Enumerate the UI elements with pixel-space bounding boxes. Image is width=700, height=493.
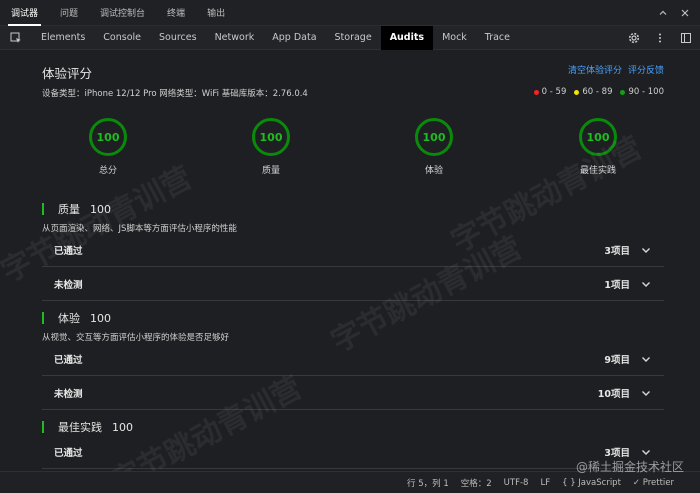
more-options-icon[interactable] [654,32,666,44]
experience-unchecked-row[interactable]: 未检测 10项目 [42,376,664,410]
page-title: 体验评分 [42,66,93,81]
row-label: 未检测 [54,388,83,400]
gauge-experience: 100 体验 [404,118,464,176]
section-title: 体验 [58,312,80,325]
cursor-position[interactable]: 行 5，列 1 [407,477,449,489]
tab-debugger[interactable]: 调试器 [0,0,49,26]
section-accent-bar [42,203,44,215]
section-score: 100 [112,420,133,434]
tab-storage[interactable]: Storage [326,26,381,50]
tab-network[interactable]: Network [206,26,264,50]
section-title: 最佳实践 [58,421,102,434]
audits-panel: 体验评分 清空体验评分 评分反馈 设备类型：iPhone 12/12 Pro 网… [0,50,700,471]
legend-label: 60 - 89 [582,87,613,97]
row-count: 1项目 [604,279,630,291]
row-label: 未检测 [54,279,83,291]
section-accent-bar [42,312,44,324]
gauge-label: 体验 [424,166,443,176]
line-ending[interactable]: LF [540,478,550,488]
encoding[interactable]: UTF-8 [504,478,529,488]
score-ring: 100 [89,118,127,156]
header-links: 清空体验评分 评分反馈 [568,63,664,76]
dock-side-icon[interactable] [680,32,692,44]
chevron-down-icon [642,247,650,253]
section-quality-header: 质量 100 [42,201,111,217]
row-count: 3项目 [604,245,630,257]
indent-setting[interactable]: 空格：2 [461,477,492,489]
gauge-label: 总分 [98,166,117,176]
row-label: 已通过 [54,245,83,257]
device-meta: 设备类型：iPhone 12/12 Pro 网络类型：WiFi 基础库版本：2.… [42,89,308,99]
close-icon[interactable] [680,8,690,18]
tab-terminal[interactable]: 终端 [156,0,196,26]
score-ring: 100 [252,118,290,156]
gauge-total: 100 总分 [78,118,138,176]
inspect-element-icon[interactable] [0,26,32,50]
quality-unchecked-row[interactable]: 未检测 1项目 [42,267,664,301]
devtools-tab-bar: Elements Console Sources Network App Dat… [0,25,700,50]
row-count: 3项目 [604,447,630,459]
tab-audits[interactable]: Audits [380,25,434,50]
chevron-up-icon[interactable] [658,8,668,18]
section-score: 100 [90,311,111,325]
chevron-down-icon [642,390,650,396]
quality-passed-row[interactable]: 已通过 3项目 [42,233,664,267]
legend-item-fail: 0 - 59 [533,87,567,97]
tab-console[interactable]: Console [94,26,150,50]
legend-label: 0 - 59 [541,87,567,97]
gauge-quality: 100 质量 [241,118,301,176]
chevron-down-icon [642,356,650,362]
chevron-down-icon [642,281,650,287]
section-title: 质量 [58,203,80,216]
gear-icon[interactable] [628,32,640,44]
chevron-down-icon [642,449,650,455]
tab-problems[interactable]: 问题 [49,0,89,26]
best-practice-passed-row[interactable]: 已通过 3项目 [42,435,664,469]
section-best-practice-header: 最佳实践 100 [42,419,133,435]
tab-output[interactable]: 输出 [196,0,236,26]
experience-passed-row[interactable]: 已通过 9项目 [42,342,664,376]
tab-mock[interactable]: Mock [433,26,476,50]
row-count: 9项目 [604,354,630,366]
language-mode[interactable]: { } JavaScript [562,478,621,488]
tab-app-data[interactable]: App Data [263,26,325,50]
red-dot-icon [533,89,539,95]
row-count: 10项目 [597,388,630,400]
tab-sources[interactable]: Sources [150,26,206,50]
site-watermark: @稀土掘金技术社区 [575,460,684,474]
section-accent-bar [42,421,44,433]
feedback-link[interactable]: 评分反馈 [628,63,664,76]
green-dot-icon [620,89,626,95]
gauge-best-practice: 100 最佳实践 [568,118,628,176]
row-label: 已通过 [54,447,83,459]
clear-score-link[interactable]: 清空体验评分 [568,63,622,76]
score-ring: 100 [415,118,453,156]
score-ring: 100 [579,118,617,156]
formatter-status[interactable]: ✓ Prettier [633,478,674,488]
gauge-label: 最佳实践 [579,166,616,176]
score-legend: 0 - 59 60 - 89 90 - 100 [533,87,664,97]
score-gauges: 100 总分 100 质量 100 体验 100 最佳实践 [0,118,700,188]
panel-tab-bar: 调试器 问题 调试控制台 终端 输出 [0,0,700,26]
section-score: 100 [90,202,111,216]
legend-item-average: 60 - 89 [574,87,612,97]
legend-label: 90 - 100 [628,87,664,97]
row-label: 已通过 [54,354,83,366]
gauge-label: 质量 [261,166,280,176]
tab-trace[interactable]: Trace [476,26,519,50]
tab-elements[interactable]: Elements [32,26,94,50]
yellow-dot-icon [574,89,580,95]
legend-item-pass: 90 - 100 [620,87,664,97]
tab-debug-console[interactable]: 调试控制台 [89,0,156,26]
section-experience-header: 体验 100 [42,310,111,326]
